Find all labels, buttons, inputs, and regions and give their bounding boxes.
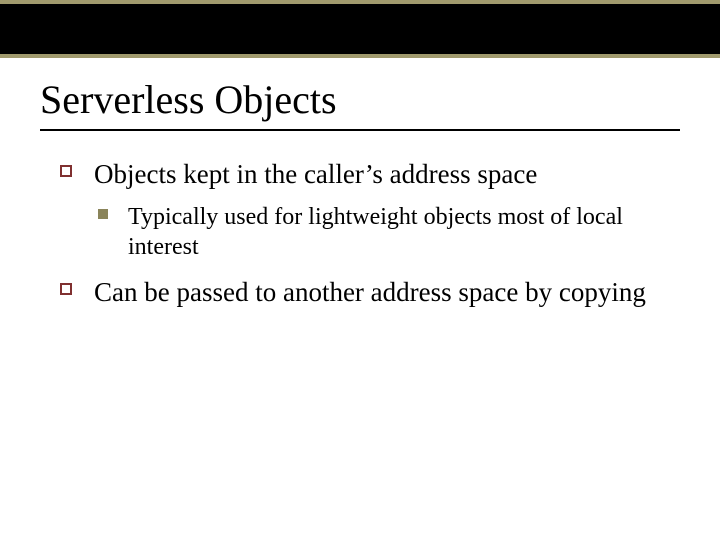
list-item-text: Objects kept in the caller’s address spa… — [94, 158, 672, 192]
bullet-list: Objects kept in the caller’s address spa… — [60, 158, 672, 310]
list-item: Objects kept in the caller’s address spa… — [60, 158, 672, 262]
sub-bullet-list: Typically used for lightweight objects m… — [94, 202, 672, 262]
list-item: Typically used for lightweight objects m… — [94, 202, 672, 262]
square-outline-bullet-icon — [60, 165, 72, 177]
list-item: Can be passed to another address space b… — [60, 276, 672, 310]
square-outline-bullet-icon — [60, 283, 72, 295]
title-underline — [40, 129, 680, 131]
decorative-top-band — [0, 0, 720, 58]
content-region: Objects kept in the caller’s address spa… — [60, 158, 672, 324]
slide: Serverless Objects Objects kept in the c… — [0, 0, 720, 540]
title-region: Serverless Objects — [40, 76, 680, 131]
slide-title: Serverless Objects — [40, 76, 680, 129]
list-item-text: Can be passed to another address space b… — [94, 276, 672, 310]
list-item-text: Typically used for lightweight objects m… — [128, 202, 672, 262]
square-fill-bullet-icon — [98, 209, 108, 219]
